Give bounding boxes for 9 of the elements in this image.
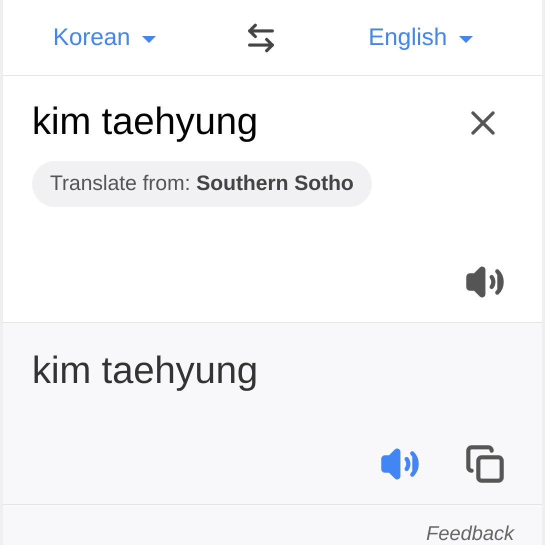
caret-icon bbox=[459, 36, 474, 43]
copy-button[interactable] bbox=[465, 444, 505, 484]
input-field[interactable]: kim taehyung bbox=[32, 94, 463, 151]
source-language-selector[interactable]: Korean bbox=[53, 20, 156, 56]
caret-icon bbox=[142, 36, 156, 43]
translation-text: kim taehyung bbox=[32, 349, 260, 394]
translate-from-suggestion[interactable]: Translate from: Southern Sotho bbox=[32, 161, 372, 207]
target-language-selector[interactable]: English bbox=[368, 20, 474, 56]
feedback-link[interactable]: Feedback bbox=[426, 519, 514, 545]
